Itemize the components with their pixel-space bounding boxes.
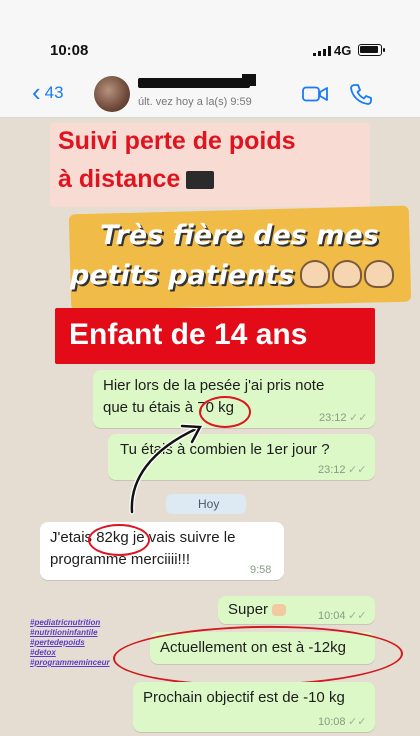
contact-name-redacted [138, 74, 256, 88]
title-line-2-text: à distance [58, 165, 181, 193]
message-time: 23:12 [318, 464, 346, 476]
hashtag-list: #pediatricnutrition #nutritioninfantile … [30, 618, 118, 668]
video-call-icon[interactable] [302, 86, 328, 102]
chevron-left-icon: ‹ [32, 76, 41, 107]
last-seen: últ. vez hoy a la(s) 9:59 [138, 96, 252, 108]
hashtag[interactable]: #nutritioninfantile [30, 628, 118, 638]
age-label: Enfant de 14 ans [69, 318, 308, 351]
hashtag[interactable]: #pertedepoids [30, 638, 118, 648]
clapping-hands-icon [300, 260, 394, 288]
phone-call-icon[interactable] [350, 83, 372, 105]
red-circle-82kg [88, 524, 150, 556]
read-ticks-icon: ✓✓ [348, 610, 367, 622]
read-ticks-icon: ✓✓ [348, 716, 367, 728]
message-bubble-in[interactable]: J'etais 82kg je vais suivre le programme… [40, 522, 284, 580]
hashtag[interactable]: #programmeminceur [30, 658, 118, 668]
laptop-icon [186, 171, 215, 190]
message-time: 23:12 [319, 412, 347, 424]
message-text: Super [228, 600, 287, 620]
message-text: Prochain objectif est de -10 kg [143, 689, 345, 706]
message-time: 9:58 [250, 564, 272, 576]
chat-header: ‹ 43 últ. vez hoy a la(s) 9:59 [0, 70, 420, 118]
status-bar: 10:08 4G [0, 0, 420, 70]
network-label: 4G [334, 43, 352, 58]
story-frame: 10:08 4G ‹ 43 últ. vez hoy a la(s) 9:59 … [0, 0, 420, 736]
message-time: 10:08 [318, 716, 346, 728]
back-button[interactable]: ‹ 43 [32, 76, 64, 107]
message-bubble-out[interactable]: Prochain objectif est de -10 kg 10:08 ✓✓ [133, 682, 375, 732]
day-separator: Hoy [166, 494, 246, 514]
status-time: 10:08 [50, 42, 89, 59]
signal-icon [313, 46, 331, 56]
avatar[interactable] [94, 76, 130, 112]
unread-count: 43 [44, 83, 64, 102]
muscle-icon [272, 604, 287, 617]
read-ticks-icon: ✓✓ [348, 464, 367, 476]
title-sticker: Suivi perte de poids à distance [50, 123, 370, 207]
message-bubble-out[interactable]: Super 10:04 ✓✓ [218, 596, 375, 624]
age-box: Enfant de 14 ans [55, 308, 375, 364]
hashtag[interactable]: #pediatricnutrition [30, 618, 118, 628]
fier-line-1: Très fière des mes [100, 220, 379, 251]
message-text-line-1: Hier lors de la pesée j'ai pris note [103, 377, 325, 394]
title-line-2: à distance [58, 165, 215, 194]
message-time: 10:04 [318, 610, 346, 622]
hashtag[interactable]: #detox [30, 648, 118, 658]
day-label: Hoy [198, 497, 220, 511]
read-ticks-icon: ✓✓ [349, 412, 368, 424]
title-line-1: Suivi perte de poids [58, 127, 296, 155]
battery-icon [358, 44, 385, 56]
fier-line-2: petits patients [70, 260, 295, 291]
